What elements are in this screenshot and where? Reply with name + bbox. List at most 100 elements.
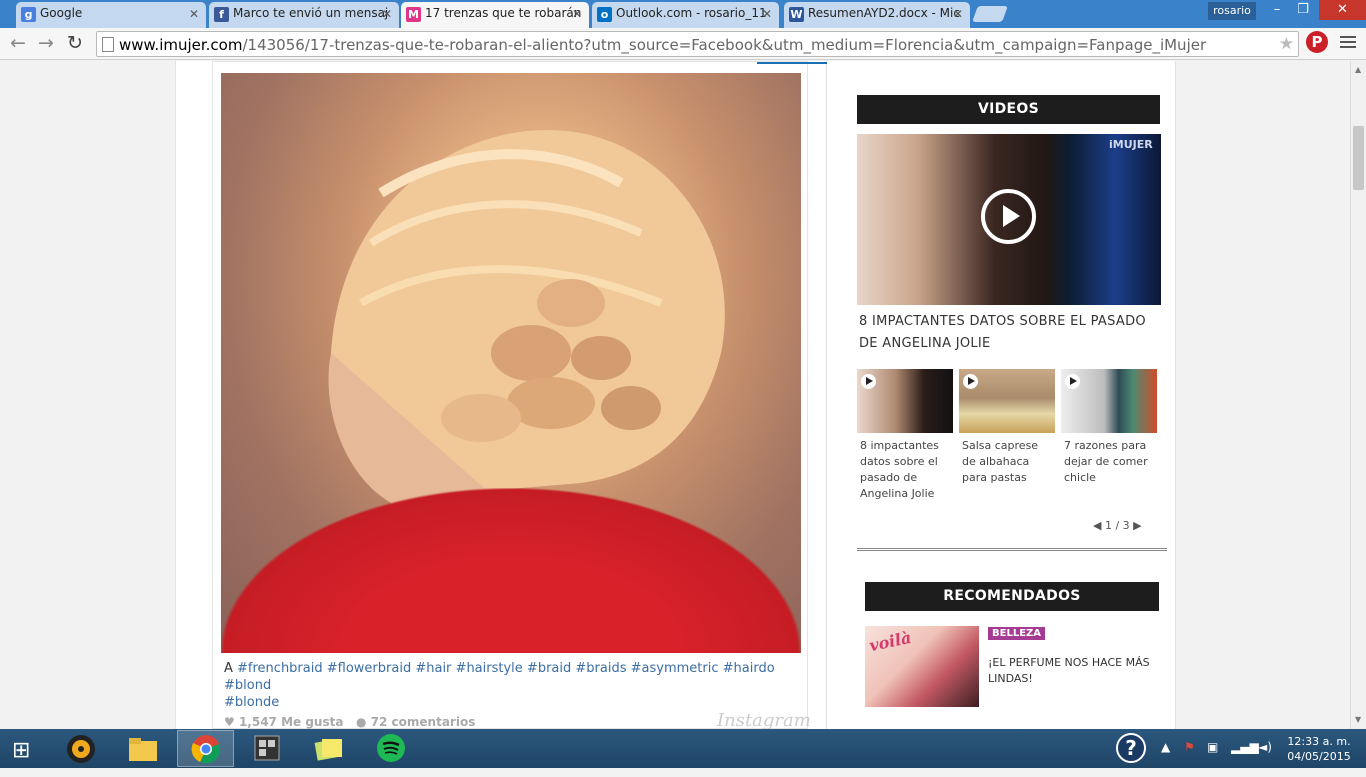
instagram-logo[interactable]: Instagram bbox=[717, 710, 811, 729]
hashtag-link[interactable]: #asymmetric bbox=[631, 661, 719, 676]
media-player-glyph bbox=[66, 735, 95, 763]
app-glyph bbox=[254, 735, 279, 761]
next-arrow-icon[interactable]: ▶ bbox=[1133, 519, 1141, 532]
clock-date: 04/05/2015 bbox=[1287, 750, 1351, 763]
outlook-icon: o bbox=[597, 7, 612, 22]
post-photo[interactable] bbox=[221, 73, 801, 653]
vertical-scrollbar[interactable]: ▲ ▼ bbox=[1350, 61, 1366, 729]
app-icon[interactable] bbox=[238, 730, 295, 767]
tab-google[interactable]: g Google ✕ bbox=[16, 2, 206, 28]
minimize-icon[interactable]: – bbox=[1264, 0, 1290, 20]
taskbar: ⊞ ? ▲ ⚑ ▣ ▂▄▆ ◄) 12:33 a. m. 04/05/2015 bbox=[0, 729, 1366, 768]
page-icon bbox=[102, 37, 114, 52]
video-thumbnail[interactable] bbox=[959, 369, 1055, 433]
facebook-icon: f bbox=[214, 7, 229, 22]
follow-button[interactable] bbox=[757, 62, 835, 64]
play-icon[interactable] bbox=[981, 189, 1036, 244]
featured-video-title[interactable]: 8 IMPACTANTES DATOS SOBRE EL PASADO DE A… bbox=[859, 311, 1167, 355]
restore-icon[interactable]: ❐ bbox=[1290, 0, 1316, 20]
video-title[interactable]: 8 impactantes datos sobre el pasado de A… bbox=[860, 438, 952, 502]
video-title[interactable]: Salsa caprese de albahaca para pastas bbox=[962, 438, 1054, 486]
folder-glyph bbox=[128, 738, 157, 761]
hashtag-link[interactable]: #hair bbox=[415, 661, 451, 676]
scroll-down-icon[interactable]: ▼ bbox=[1355, 715, 1361, 724]
tab-facebook[interactable]: f Marco te envió un mensaj ✕ bbox=[209, 2, 399, 28]
close-icon[interactable]: ✕ bbox=[572, 7, 582, 21]
prev-arrow-icon[interactable]: ◀ bbox=[1093, 519, 1101, 532]
word-icon: W bbox=[789, 7, 804, 22]
article-column: A #frenchbraid #flowerbraid #hair #hairs… bbox=[175, 61, 835, 729]
category-badge[interactable]: BELLEZA bbox=[988, 627, 1046, 640]
sticky-notes-glyph bbox=[314, 739, 342, 761]
chrome-icon[interactable] bbox=[177, 730, 234, 767]
file-explorer-icon[interactable] bbox=[114, 730, 171, 767]
play-icon bbox=[1065, 374, 1080, 389]
forward-icon[interactable]: → bbox=[34, 32, 58, 54]
tab-strip: g Google ✕ f Marco te envió un mensaj ✕ … bbox=[0, 0, 1366, 28]
close-icon[interactable]: ✕ bbox=[762, 7, 772, 21]
url-domain: www.imujer.com bbox=[119, 36, 243, 54]
reload-icon[interactable]: ↻ bbox=[63, 32, 87, 54]
post-caption: A #frenchbraid #flowerbraid #hair #hairs… bbox=[224, 661, 775, 710]
red-shirt bbox=[221, 488, 801, 653]
google-icon: g bbox=[21, 7, 36, 22]
windows-start-icon[interactable]: ⊞ bbox=[12, 738, 30, 763]
hashtag-link[interactable]: #blonde bbox=[224, 695, 279, 710]
video-thumbnail[interactable] bbox=[857, 369, 953, 433]
tab-outlook[interactable]: o Outlook.com - rosario_11 ✕ bbox=[592, 2, 779, 28]
sticky-notes-icon[interactable] bbox=[300, 730, 357, 767]
tray-arrow-icon[interactable]: ▲ bbox=[1161, 740, 1170, 754]
user-profile-button[interactable]: rosario bbox=[1208, 2, 1256, 20]
spotify-glyph bbox=[376, 734, 405, 762]
voila-logo: voilà bbox=[867, 627, 914, 656]
close-window-icon[interactable]: ✕ bbox=[1319, 0, 1366, 20]
hashtag-link[interactable]: #flowerbraid bbox=[327, 661, 411, 676]
back-icon[interactable]: ← bbox=[6, 32, 30, 54]
close-icon[interactable]: ✕ bbox=[382, 7, 392, 21]
scrollbar-thumb[interactable] bbox=[1353, 126, 1364, 190]
hashtag-link[interactable]: #braids bbox=[575, 661, 626, 676]
recommended-heading: RECOMENDADOS bbox=[865, 582, 1159, 611]
video-pager: ◀ 1 / 3 ▶ bbox=[1093, 519, 1142, 532]
tab-imujer[interactable]: M 17 trenzas que te robarán ✕ bbox=[401, 2, 589, 28]
video-thumbnail[interactable] bbox=[1061, 369, 1157, 433]
menu-icon[interactable] bbox=[1340, 36, 1356, 51]
signal-icon[interactable]: ▂▄▆ bbox=[1231, 740, 1259, 754]
video-title[interactable]: 7 razones para dejar de comer chicle bbox=[1064, 438, 1156, 486]
spotify-icon[interactable] bbox=[362, 730, 419, 767]
help-icon[interactable]: ? bbox=[1116, 733, 1146, 763]
videos-heading: VIDEOS bbox=[857, 95, 1160, 124]
hashtag-link[interactable]: #hairdo bbox=[723, 661, 775, 676]
pinterest-icon[interactable]: P bbox=[1306, 31, 1328, 53]
hashtag-link[interactable]: #hairstyle bbox=[456, 661, 523, 676]
comments-count[interactable]: ● 72 comentarios bbox=[356, 715, 475, 729]
bookmark-star-icon[interactable]: ★ bbox=[1279, 34, 1294, 54]
browser-toolbar: ← → ↻ www.imujer.com/143056/17-trenzas-q… bbox=[0, 28, 1366, 60]
chrome-glyph bbox=[191, 735, 220, 764]
system-clock[interactable]: 12:33 a. m. 04/05/2015 bbox=[1282, 734, 1356, 764]
play-icon bbox=[861, 374, 876, 389]
likes-count[interactable]: ♥ 1,547 Me gusta bbox=[224, 715, 343, 729]
tab-word[interactable]: W ResumenAYD2.docx - Mic ✕ bbox=[784, 2, 970, 28]
featured-video[interactable]: iMUJER bbox=[857, 134, 1161, 305]
close-icon[interactable]: ✕ bbox=[953, 7, 963, 21]
url-path: /143056/17-trenzas-que-te-robaran-el-ali… bbox=[242, 36, 1207, 54]
clock-time: 12:33 a. m. bbox=[1287, 735, 1351, 748]
new-tab-button[interactable] bbox=[972, 6, 1008, 22]
flag-icon[interactable]: ⚑ bbox=[1184, 740, 1195, 754]
recommended-image[interactable]: voilà bbox=[865, 626, 979, 707]
imujer-logo: iMUJER bbox=[1109, 138, 1153, 151]
scroll-up-icon[interactable]: ▲ bbox=[1355, 65, 1361, 74]
close-icon[interactable]: ✕ bbox=[189, 7, 199, 21]
volume-icon[interactable]: ◄) bbox=[1258, 740, 1272, 754]
recommended-title[interactable]: ¡EL PERFUME NOS HACE MÁS LINDAS! bbox=[988, 655, 1166, 687]
hashtag-link[interactable]: #frenchbraid bbox=[237, 661, 323, 676]
hashtag-link[interactable]: #braid bbox=[527, 661, 571, 676]
heart-icon: ♥ bbox=[224, 715, 235, 729]
hashtag-link[interactable]: #blond bbox=[224, 678, 271, 693]
device-icon[interactable]: ▣ bbox=[1207, 740, 1218, 754]
media-player-icon[interactable] bbox=[52, 730, 109, 767]
address-bar[interactable]: www.imujer.com/143056/17-trenzas-que-te-… bbox=[96, 31, 1299, 57]
sidebar: VIDEOS iMUJER 8 IMPACTANTES DATOS SOBRE … bbox=[827, 61, 1176, 729]
instagram-embed: A #frenchbraid #flowerbraid #hair #hairs… bbox=[212, 61, 835, 729]
